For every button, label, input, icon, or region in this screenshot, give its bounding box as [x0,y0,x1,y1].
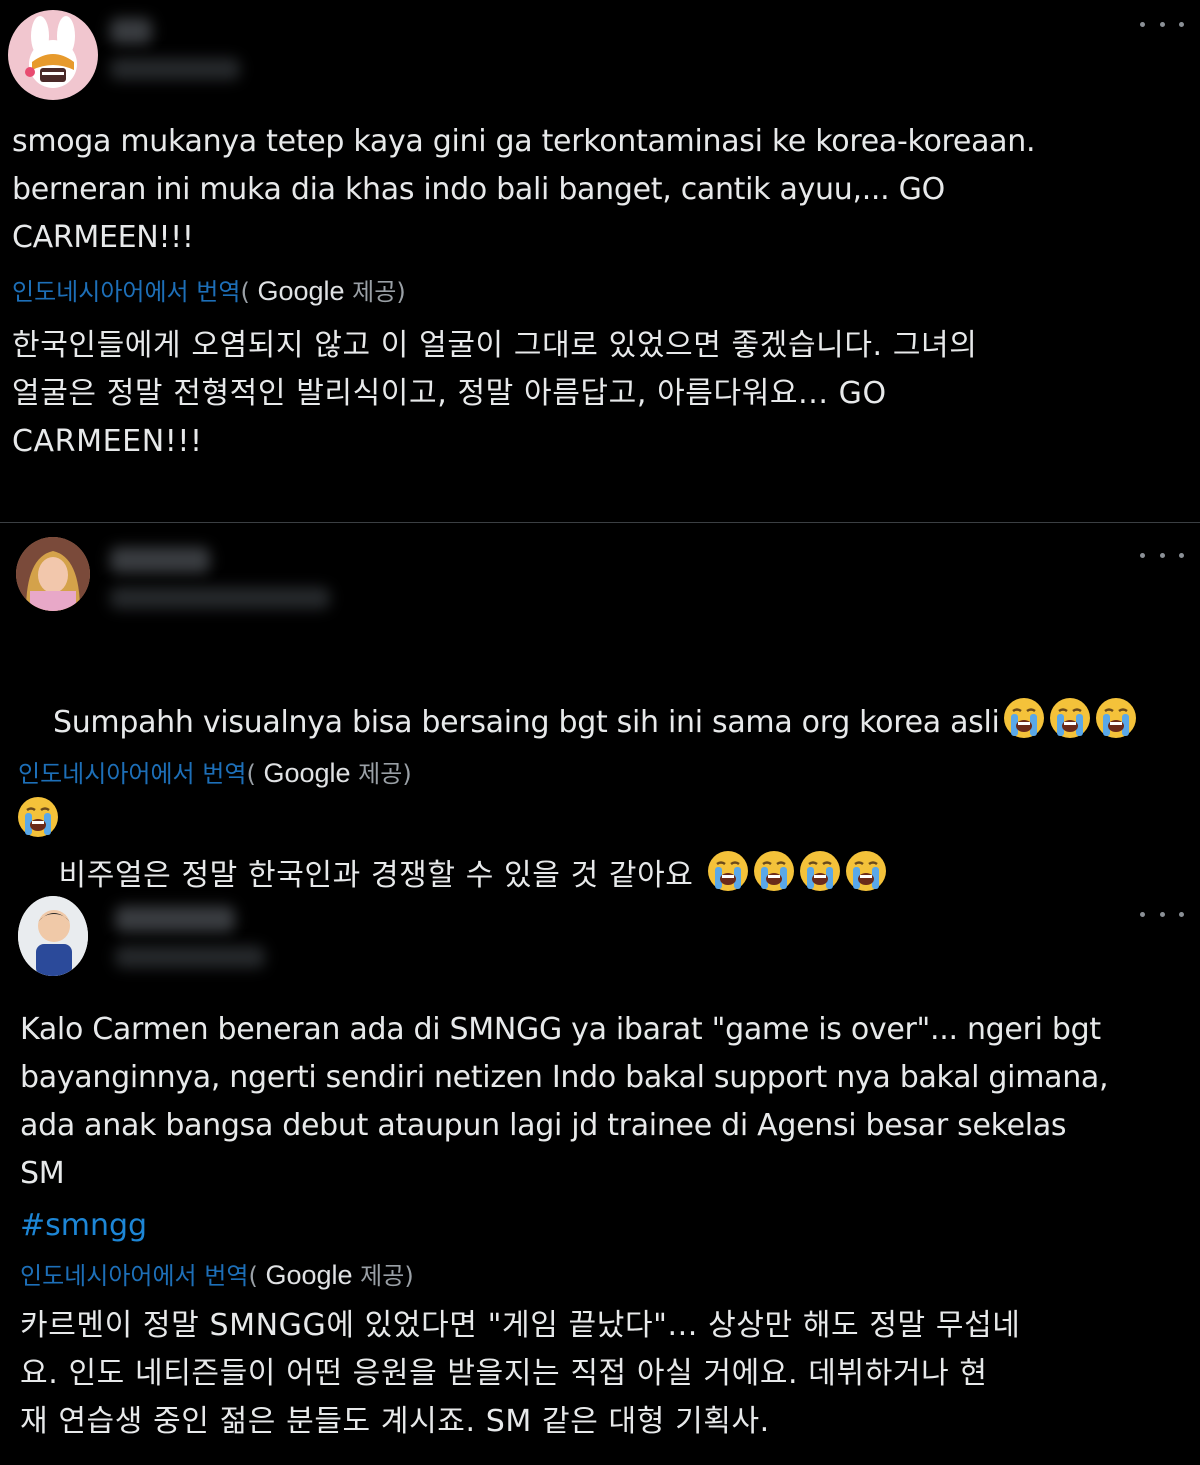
translated-text: 카르멘이 정말 SMNGG에 있었다면 "게임 끝났다"... 상상만 해도 정… [20,1308,1021,1439]
portrait-avatar-icon [16,537,90,611]
loudly-crying-face-emoji [1002,696,1046,740]
more-options-button[interactable] [1140,904,1184,924]
display-name[interactable] [115,906,235,932]
more-options-icon [1140,911,1145,917]
more-options-button[interactable] [1140,545,1184,565]
bunny-avatar-icon [25,16,77,88]
loudly-crying-face-emoji [1048,696,1092,740]
avatar[interactable] [16,537,90,611]
google-provider-label: Google [265,1260,353,1290]
tweet-text: Kalo Carmen beneran ada di SMNGG ya ibar… [20,1012,1109,1191]
translation-attribution: 인도네시아어에서 번역( Google 제공) [18,758,412,788]
tweet-1: smoga mukanya tetep kaya gini ga terkont… [0,0,1200,522]
translated-from-link[interactable]: 인도네시아어에서 번역 [12,278,240,306]
translation-attribution: 인도네시아어에서 번역( Google 제공) [20,1260,414,1290]
user-handle[interactable] [110,58,240,80]
hashtag-link[interactable]: #smngg [20,1202,147,1250]
child-avatar-icon [18,896,88,976]
tweet-2: Sumpahh visualnya bisa bersaing bgt sih … [0,523,1200,893]
more-options-icon [1140,552,1145,558]
user-handle[interactable] [115,946,265,968]
more-options-icon [1140,21,1145,27]
display-name[interactable] [110,18,152,44]
avatar[interactable] [18,896,88,976]
translated-from-link[interactable]: 인도네시아어에서 번역 [18,760,246,788]
tweet-3: Kalo Carmen beneran ada di SMNGG ya ibar… [0,880,1200,1465]
translated-text: 한국인들에게 오염되지 않고 이 얼굴이 그대로 있었으면 좋겠습니다. 그녀의… [12,328,978,459]
loudly-crying-face-emoji [1094,696,1138,740]
user-handle[interactable] [110,587,330,609]
tweet-text: smoga mukanya tetep kaya gini ga terkont… [12,124,1036,255]
translation-attribution: 인도네시아어에서 번역( Google 제공) [12,276,406,306]
more-options-button[interactable] [1140,14,1184,34]
google-provider-label: Google [257,276,345,306]
avatar[interactable] [8,10,98,100]
translated-from-link[interactable]: 인도네시아어에서 번역 [20,1262,248,1290]
display-name[interactable] [110,547,210,573]
google-provider-label: Google [263,758,351,788]
